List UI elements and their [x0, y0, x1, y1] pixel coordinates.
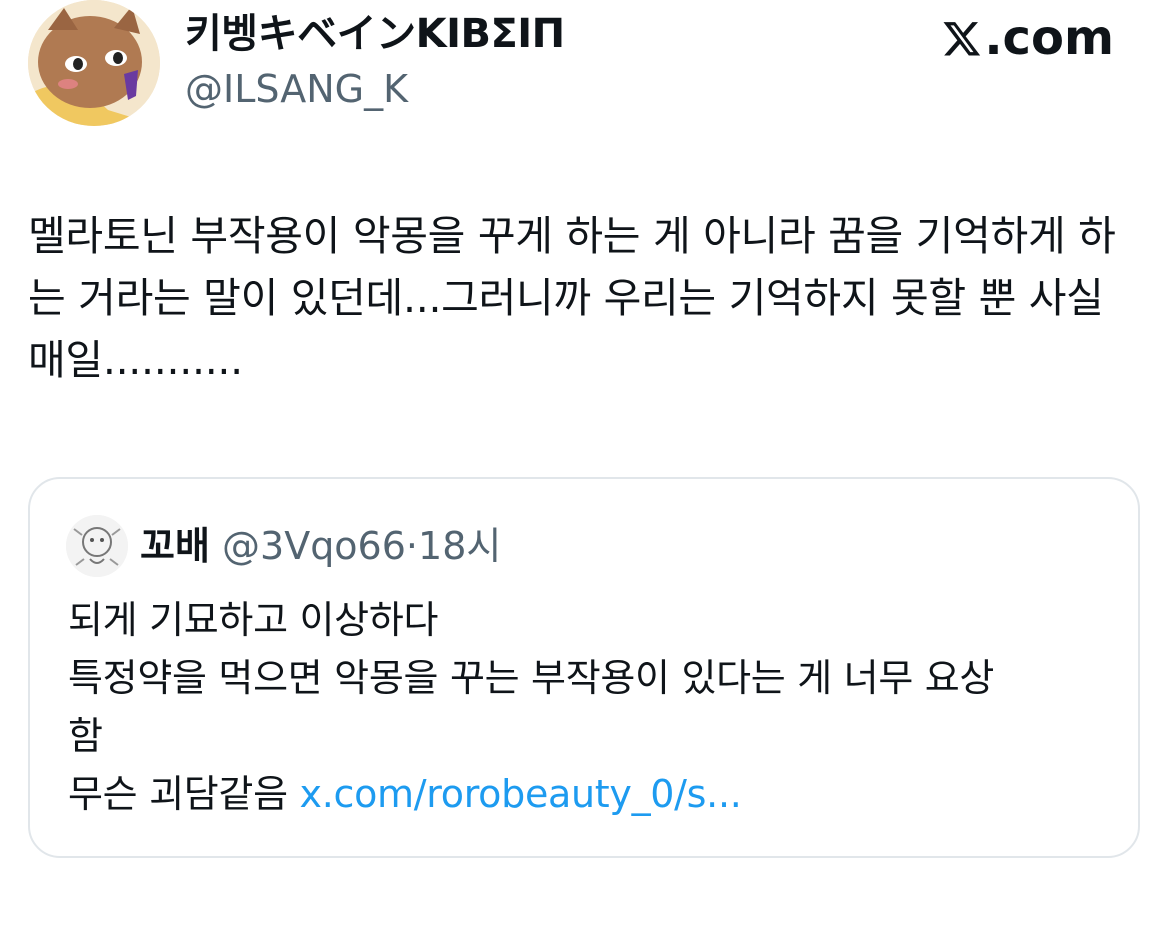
author-display-name[interactable]: 키벵キベインΚΙΒΣΙΠ	[185, 10, 565, 58]
quote-line: 되게 기묘하고 이상하다	[68, 598, 439, 642]
quote-last-line: 무슨 괴담같음 x.com/rorobeauty_0/s...	[68, 765, 1108, 823]
cartoon-cat-avatar-icon	[28, 0, 160, 126]
x-logo-icon	[943, 22, 981, 56]
quote-timestamp[interactable]: 18시	[418, 524, 501, 568]
author-avatar[interactable]	[28, 0, 160, 126]
quote-header: 꼬배 @3Vqo66·18시	[140, 523, 501, 569]
quote-separator: ·	[405, 524, 419, 568]
quote-avatar[interactable]	[66, 515, 128, 577]
quote-display-name[interactable]: 꼬배	[140, 524, 210, 568]
quote-line: 특정약을 먹으면 악몽을 꾸는 부작용이 있다는 게 너무 요상	[68, 656, 995, 700]
quote-line: 함	[68, 714, 103, 758]
tweet-body: 멜라토닌 부작용이 악몽을 꾸게 하는 게 아니라 꿈을 기억하게 하는 거라는…	[28, 212, 1116, 384]
doodle-avatar-icon	[66, 515, 128, 577]
brand-label: .com	[984, 10, 1114, 66]
quote-body: 되게 기묘하고 이상하다 특정약을 먹으면 악몽을 꾸는 부작용이 있다는 게 …	[68, 591, 1108, 823]
x-brand: .com	[942, 10, 1114, 66]
author-handle[interactable]: @ILSANG_K	[185, 66, 408, 112]
quote-line: 무슨 괴담같음	[68, 772, 288, 816]
quote-link[interactable]: x.com/rorobeauty_0/s...	[300, 772, 742, 816]
quote-handle[interactable]: @3Vqo66	[222, 524, 406, 568]
quoted-tweet-card[interactable]: 꼬배 @3Vqo66·18시 되게 기묘하고 이상하다 특정약을 먹으면 악몽을…	[28, 477, 1140, 858]
